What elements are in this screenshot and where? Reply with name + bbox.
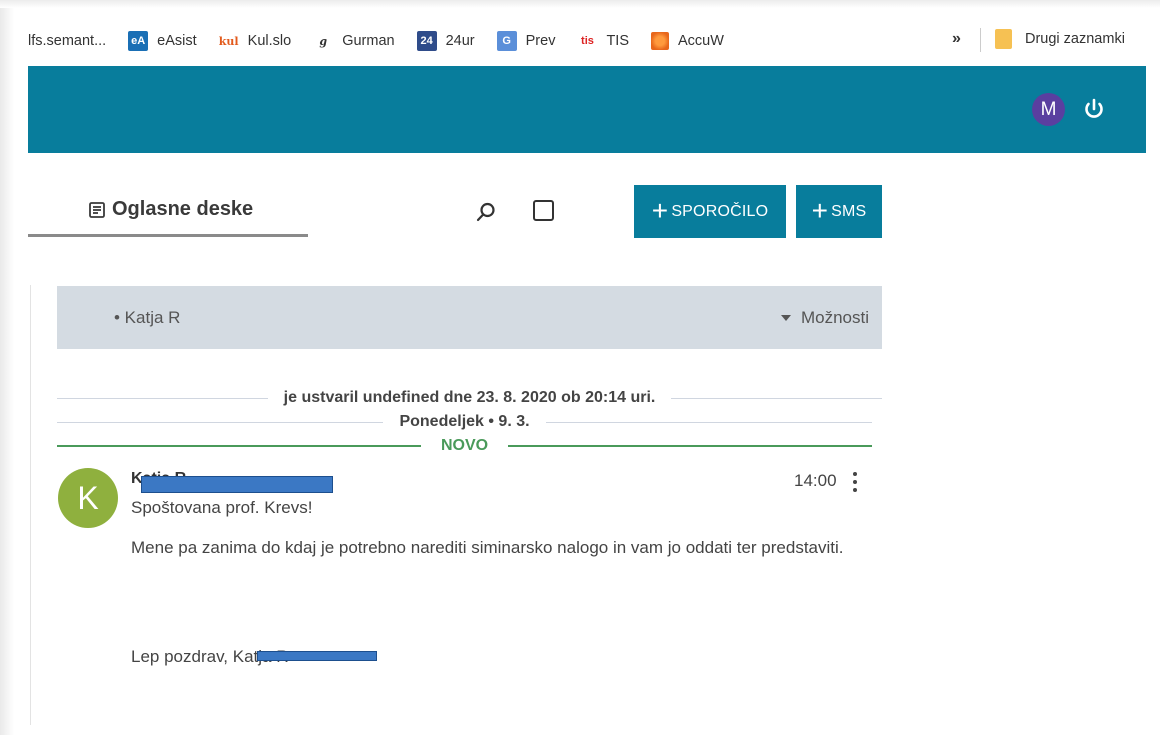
bookmark-kulslo[interactable]: kul Kul.slo — [218, 31, 292, 51]
caret-down-icon — [780, 314, 791, 321]
bookmark-tis[interactable]: tis TIS — [577, 31, 629, 51]
folder-icon — [995, 29, 1012, 49]
24ur-icon: 24 — [416, 31, 437, 51]
sender-avatar[interactable]: K — [58, 468, 118, 528]
kebab-dot — [853, 472, 857, 476]
created-info-text: je ustvaril undefined dne 23. 8. 2020 ob… — [283, 389, 656, 406]
more-bookmarks-chevron-icon[interactable]: » — [952, 30, 961, 48]
window-shadow-left — [0, 0, 14, 735]
bookmark-label: lfs.semant... — [28, 33, 107, 49]
plus-icon: + — [811, 194, 829, 226]
bookmark-easist[interactable]: eA eAsist — [128, 31, 197, 51]
document-icon — [89, 201, 105, 218]
bookmark-accuw[interactable]: AccuW — [651, 32, 724, 50]
window-shadow-top — [0, 0, 1160, 8]
divider-line — [671, 397, 882, 399]
folder-label: Drugi zaznamki — [1025, 31, 1125, 47]
new-messages-label: NOVO — [440, 437, 489, 454]
bookmark-label: Gurman — [342, 33, 395, 49]
options-label: Možnosti — [800, 307, 869, 327]
divider-line — [545, 421, 873, 423]
new-message-label: SPOROČILO — [671, 202, 769, 220]
bookmark-24ur[interactable]: 24 24ur — [416, 31, 475, 51]
kebab-dot — [853, 480, 857, 484]
kulslo-icon: kul — [218, 34, 239, 48]
divider-line — [57, 445, 421, 447]
date-divider-text: Ponedeljek • 9. 3. — [399, 413, 530, 430]
bookmark-label: Prev — [525, 33, 556, 49]
bookmarks-separator — [980, 28, 981, 52]
bookmark-prev[interactable]: G Prev — [496, 31, 556, 51]
redaction-mark — [257, 651, 377, 661]
bookmark-label: Kul.slo — [247, 33, 292, 49]
tis-icon: tis — [581, 35, 594, 47]
message-body: Mene pa zanima do kdaj je potrebno nared… — [131, 538, 844, 557]
power-icon[interactable] — [1082, 96, 1106, 122]
new-message-button[interactable]: + SPOROČILO — [634, 185, 786, 238]
redaction-mark — [141, 476, 333, 493]
kebab-dot — [853, 488, 857, 492]
bookmark-label: TIS — [606, 33, 630, 49]
accuweather-icon — [651, 32, 670, 50]
board-author-tag: • Katja R — [114, 307, 181, 327]
date-divider: Ponedeljek • 9. 3. — [57, 410, 873, 434]
user-avatar[interactable]: M — [1032, 93, 1065, 126]
divider-line — [57, 397, 268, 399]
board-header: • Katja R Možnosti — [57, 286, 882, 349]
bookmark-label: eAsist — [157, 33, 197, 49]
translate-icon: G — [496, 31, 517, 51]
created-info-divider: je ustvaril undefined dne 23. 8. 2020 ob… — [57, 386, 882, 410]
tab-label: Oglasne deske — [112, 198, 254, 220]
tab-oglasne-deske[interactable]: Oglasne deske — [88, 198, 253, 221]
new-sms-label: SMS — [831, 202, 867, 220]
content-border — [30, 285, 31, 725]
bookmark-folder-other[interactable]: Drugi zaznamki — [995, 29, 1125, 49]
bookmark-lfs[interactable]: lfs.semant... — [28, 33, 106, 49]
bookmark-label: AccuW — [678, 33, 724, 49]
new-sms-button[interactable]: + SMS — [796, 185, 882, 238]
bookmark-gurman[interactable]: g Gurman — [313, 31, 394, 51]
message-greeting: Spoštovana prof. Krevs! — [131, 498, 313, 517]
divider-line — [57, 421, 384, 423]
easist-icon: eA — [128, 31, 149, 51]
select-all-checkbox[interactable] — [533, 200, 554, 221]
bookmarks-bar: lfs.semant... eA eAsist kul Kul.slo g Gu… — [28, 22, 1148, 60]
options-dropdown[interactable]: Možnosti — [780, 307, 869, 328]
search-icon[interactable] — [474, 200, 498, 224]
divider-line — [508, 445, 872, 447]
gurman-icon: g — [319, 34, 328, 48]
app-window: lfs.semant... eA eAsist kul Kul.slo g Gu… — [0, 0, 1160, 735]
more-options-icon[interactable] — [851, 472, 859, 492]
active-tab-indicator — [28, 234, 308, 237]
app-header: M — [28, 66, 1146, 153]
bookmark-label: 24ur — [445, 33, 475, 49]
message-time: 14:00 — [794, 471, 837, 490]
new-messages-divider: NOVO — [57, 434, 872, 458]
plus-icon: + — [651, 194, 669, 226]
